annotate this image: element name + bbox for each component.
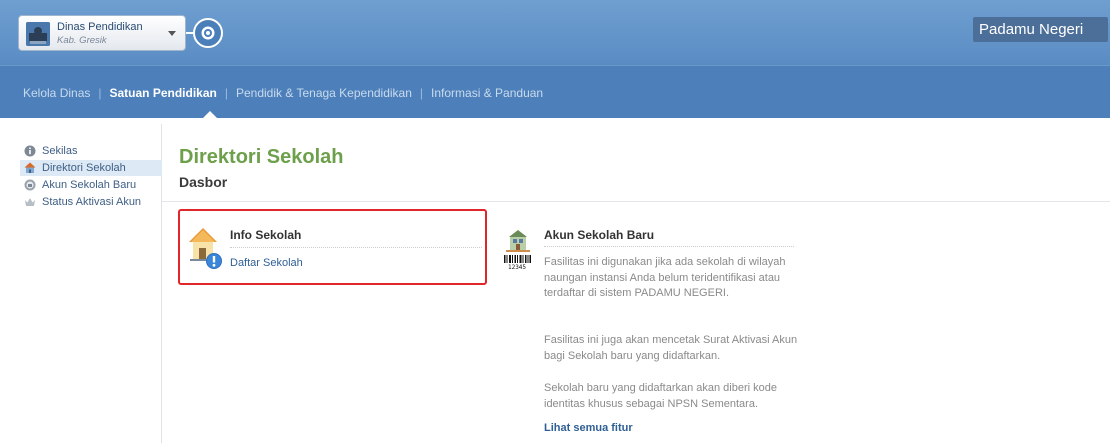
nav-separator: |	[419, 85, 424, 100]
avatar-icon	[26, 22, 50, 46]
school-house-icon	[24, 162, 36, 173]
nav-kelola-dinas[interactable]: Kelola Dinas	[23, 86, 90, 100]
school-info-icon	[189, 228, 222, 269]
card-divider	[544, 246, 794, 247]
sidebar: Sekilas Direktori Sekolah Akun Sekolah B…	[20, 143, 162, 211]
page-subtitle: Dasbor	[179, 174, 228, 190]
account-name: Dinas Pendidikan	[57, 21, 143, 33]
info-sekolah-card: Info Sekolah Daftar Sekolah	[178, 209, 487, 285]
account-switcher[interactable]: Dinas Pendidikan Kab. Gresik	[18, 15, 186, 51]
sidebar-item-direktori-sekolah[interactable]: Direktori Sekolah	[20, 160, 162, 176]
page-title: Direktori Sekolah	[179, 146, 344, 168]
card-title: Akun Sekolah Baru	[544, 228, 655, 242]
see-all-features-link[interactable]: Lihat semua fitur	[544, 422, 633, 434]
chevron-down-icon[interactable]	[168, 31, 176, 36]
sidebar-item-label: Sekilas	[42, 145, 78, 157]
barcode-number: 12345	[508, 264, 526, 271]
sidebar-item-status-aktivasi[interactable]: Status Aktivasi Akun	[20, 194, 162, 210]
daftar-sekolah-link[interactable]: Daftar Sekolah	[230, 257, 303, 269]
account-region: Kab. Gresik	[57, 35, 107, 46]
active-nav-pointer	[201, 111, 219, 120]
sidebar-item-sekilas[interactable]: Sekilas	[20, 143, 162, 159]
header: Dinas Pendidikan Kab. Gresik Padamu Nege…	[0, 0, 1110, 65]
school-barcode-icon: 12345	[504, 230, 531, 271]
card-description-3: Sekolah baru yang didaftarkan akan diber…	[544, 382, 777, 410]
brand-title: Padamu Negeri	[973, 17, 1108, 42]
nav-separator: |	[98, 85, 102, 100]
content-divider	[162, 201, 1110, 202]
card-description-2: Fasilitas ini juga akan mencetak Surat A…	[544, 334, 798, 362]
card-divider	[230, 247, 482, 248]
nav-informasi-panduan[interactable]: Informasi & Panduan	[431, 86, 543, 100]
status-crown-icon	[25, 198, 35, 206]
nav-separator: |	[224, 85, 228, 100]
new-school-icon	[24, 179, 36, 191]
sidebar-item-label: Status Aktivasi Akun	[42, 196, 142, 208]
sidebar-item-akun-sekolah-baru[interactable]: Akun Sekolah Baru	[20, 177, 162, 193]
home-logo-icon[interactable]	[193, 18, 223, 48]
sidebar-item-label: Direktori Sekolah	[42, 162, 126, 174]
nav-pendidik-tenaga[interactable]: Pendidik & Tenaga Kependidikan	[236, 86, 412, 100]
nav-satuan-pendidikan[interactable]: Satuan Pendidikan	[110, 86, 217, 100]
info-icon	[24, 145, 36, 157]
top-navigation: Kelola Dinas | Satuan Pendidikan | Pendi…	[0, 65, 1110, 120]
card-description-1: Fasilitas ini digunakan jika ada sekolah…	[544, 256, 786, 299]
sidebar-item-label: Akun Sekolah Baru	[42, 179, 137, 191]
card-title: Info Sekolah	[230, 228, 302, 242]
